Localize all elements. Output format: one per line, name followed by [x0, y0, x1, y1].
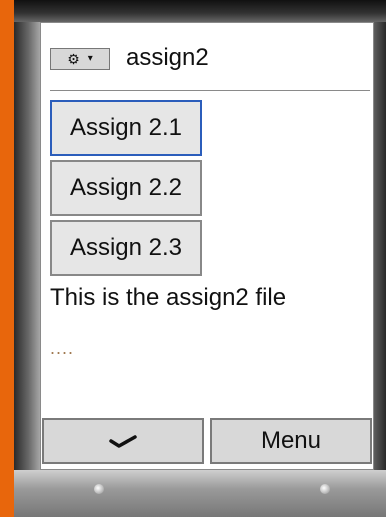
assign-2-1-button[interactable]: Assign 2.1 [50, 100, 202, 156]
hardware-right-button-icon[interactable] [320, 484, 330, 494]
app-title: assign2 [126, 44, 209, 71]
assign-2-2-button[interactable]: Assign 2.2 [50, 160, 202, 216]
screen-header: ⚙ ▾ assign2 [50, 40, 370, 90]
phone-screen: ⚙ ▾ assign2 Assign 2.1 Assign 2.2 Assign… [40, 22, 374, 470]
checkmark-icon [109, 435, 137, 448]
left-softkey-button[interactable] [42, 418, 204, 464]
command-menu-icon: ⚙ [67, 51, 80, 67]
softkey-bar: Menu [42, 418, 372, 464]
header-divider [50, 90, 370, 91]
assign-2-3-button[interactable]: Assign 2.3 [50, 220, 202, 276]
menu-softkey-button[interactable]: Menu [210, 418, 372, 464]
device-top-bezel [14, 0, 386, 22]
device-bottom-bezel [14, 470, 386, 517]
command-menu-button[interactable]: ⚙ ▾ [50, 48, 110, 70]
dropdown-arrow-icon: ▾ [87, 53, 93, 64]
hardware-left-button-icon[interactable] [94, 484, 104, 494]
body-text: This is the assign2 file [50, 284, 287, 311]
dots-text: .... [50, 338, 75, 358]
phone-device: ⚙ ▾ assign2 Assign 2.1 Assign 2.2 Assign… [14, 0, 386, 517]
